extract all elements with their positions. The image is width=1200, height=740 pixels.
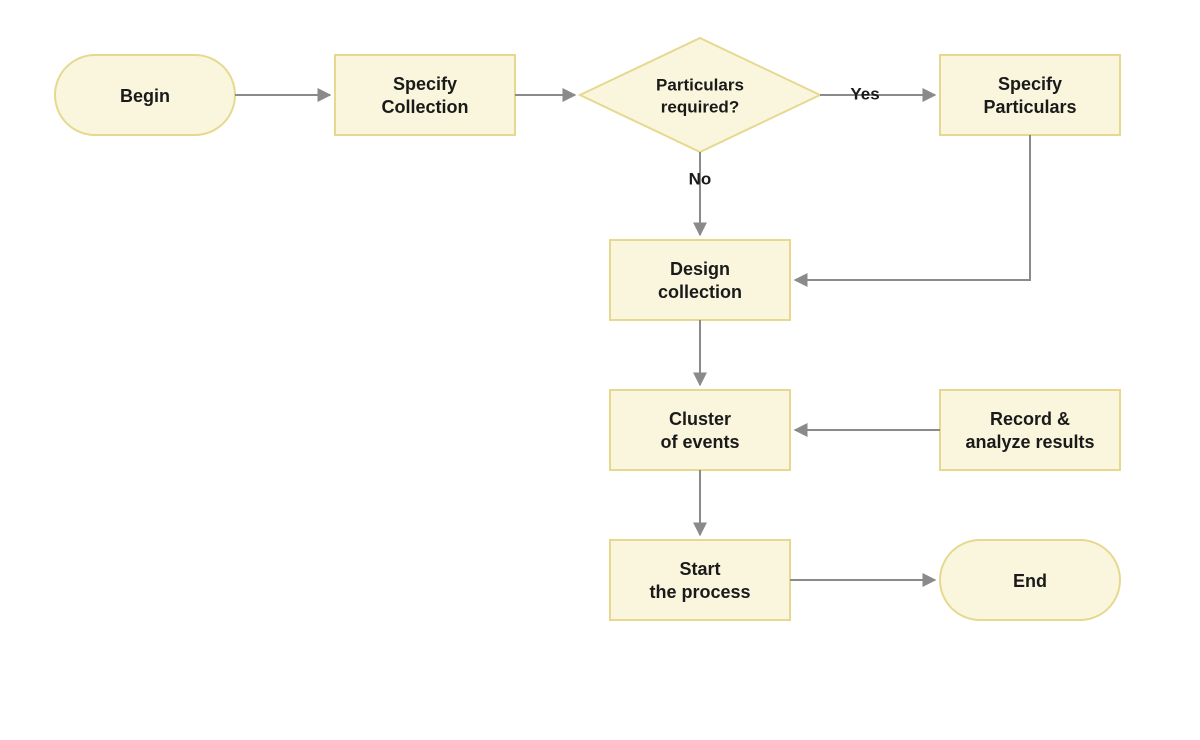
node-specify-particulars-l2: Particulars xyxy=(983,97,1076,117)
node-specify-collection-l2: Collection xyxy=(381,97,468,117)
node-start-process-l1: Start xyxy=(679,559,720,579)
node-cluster-events-l2: of events xyxy=(660,432,739,452)
node-design-collection: Design collection xyxy=(610,240,790,320)
node-begin: Begin xyxy=(55,55,235,135)
node-decision-l2: required? xyxy=(661,97,739,116)
node-record-analyze-l2: analyze results xyxy=(965,432,1094,452)
node-specify-collection-l1: Specify xyxy=(393,74,457,94)
node-specify-particulars-l1: Specify xyxy=(998,74,1062,94)
node-specify-particulars: Specify Particulars xyxy=(940,55,1120,135)
node-record-analyze-l1: Record & xyxy=(990,409,1070,429)
edge-no-label: No xyxy=(689,169,712,188)
flowchart: Begin Specify Collection Particulars req… xyxy=(0,0,1200,740)
node-cluster-events-l1: Cluster xyxy=(669,409,731,429)
node-specify-collection: Specify Collection xyxy=(335,55,515,135)
edge-yes-label: Yes xyxy=(850,84,879,103)
node-design-collection-l2: collection xyxy=(658,282,742,302)
node-decision: Particulars required? xyxy=(580,38,820,152)
node-cluster-events: Cluster of events xyxy=(610,390,790,470)
node-design-collection-l1: Design xyxy=(670,259,730,279)
node-start-process-l2: the process xyxy=(649,582,750,602)
edge-particulars-to-design xyxy=(795,135,1030,280)
node-decision-l1: Particulars xyxy=(656,75,744,94)
node-begin-label: Begin xyxy=(120,86,170,106)
node-record-analyze: Record & analyze results xyxy=(940,390,1120,470)
node-end: End xyxy=(940,540,1120,620)
node-start-process: Start the process xyxy=(610,540,790,620)
node-end-label: End xyxy=(1013,571,1047,591)
